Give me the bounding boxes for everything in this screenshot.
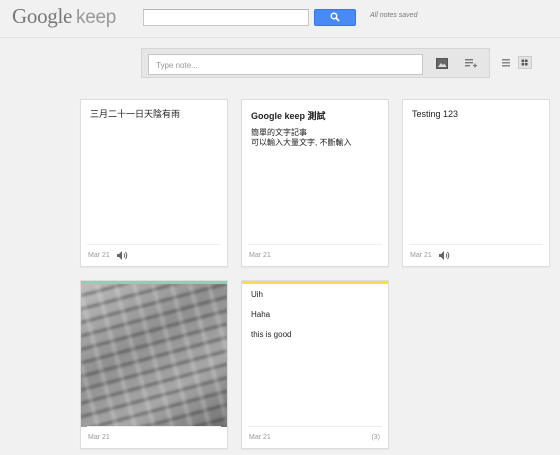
note-card[interactable]: Google keep 測試 簡單的文字記事 可以輸入大量文字, 不斷輸入 Ma… (241, 99, 389, 267)
note-input[interactable]: Type note... (148, 54, 423, 75)
note-card[interactable]: Uih Haha this is good Mar 21 (3) (241, 280, 389, 449)
note-card[interactable]: 三月二十一日天陰有雨 Mar 21 (80, 99, 228, 267)
list-item: this is good (251, 330, 292, 339)
note-color-bar (242, 281, 388, 284)
add-list-icon[interactable] (464, 57, 477, 70)
note-text: Testing 123 (412, 109, 459, 119)
note-date: Mar 21 (249, 252, 271, 259)
note-date: Mar 21 (88, 252, 110, 259)
speaker-icon[interactable] (116, 250, 128, 261)
note-body-line: 簡單的文字記事 (251, 128, 307, 137)
note-footer: Mar 21 (409, 244, 543, 266)
note-date: Mar 21 (410, 252, 432, 259)
speaker-icon[interactable] (438, 250, 450, 261)
google-keep-logo[interactable]: Google keep (12, 4, 116, 29)
note-date: Mar 21 (249, 434, 271, 441)
item-count: (3) (371, 434, 380, 441)
note-text: 三月二十一日天陰有雨 (90, 109, 181, 119)
note-footer: Mar 21 (87, 426, 221, 448)
note-date: Mar 21 (88, 434, 110, 441)
note-footer: Mar 21 (248, 244, 382, 266)
search-input[interactable] (143, 9, 309, 26)
note-body: 簡單的文字記事 可以輸入大量文字, 不斷輸入 (251, 128, 351, 148)
image-icon[interactable] (436, 58, 448, 69)
logo-keep-text: keep (76, 7, 117, 28)
save-status-text: All notes saved (370, 12, 418, 19)
note-title: Google keep 測試 (251, 111, 326, 121)
grid-view-icon[interactable] (518, 56, 532, 69)
logo-google-text: Google (12, 4, 73, 28)
list-item: Haha (251, 310, 271, 319)
search-icon (330, 12, 340, 22)
list-view-icon[interactable] (499, 56, 513, 69)
list-item: Uih (251, 290, 264, 299)
note-photo (81, 284, 227, 427)
app-header: Google keep All notes saved (0, 0, 560, 38)
note-body-line: 可以輸入大量文字, 不斷輸入 (251, 138, 352, 147)
search-button[interactable] (314, 9, 356, 26)
note-composer: Type note... (141, 48, 490, 78)
note-card[interactable]: Testing 123 Mar 21 (402, 99, 550, 267)
note-card[interactable]: Mar 21 (80, 280, 228, 449)
note-footer: Mar 21 (87, 244, 221, 266)
note-footer: Mar 21 (3) (248, 426, 382, 448)
